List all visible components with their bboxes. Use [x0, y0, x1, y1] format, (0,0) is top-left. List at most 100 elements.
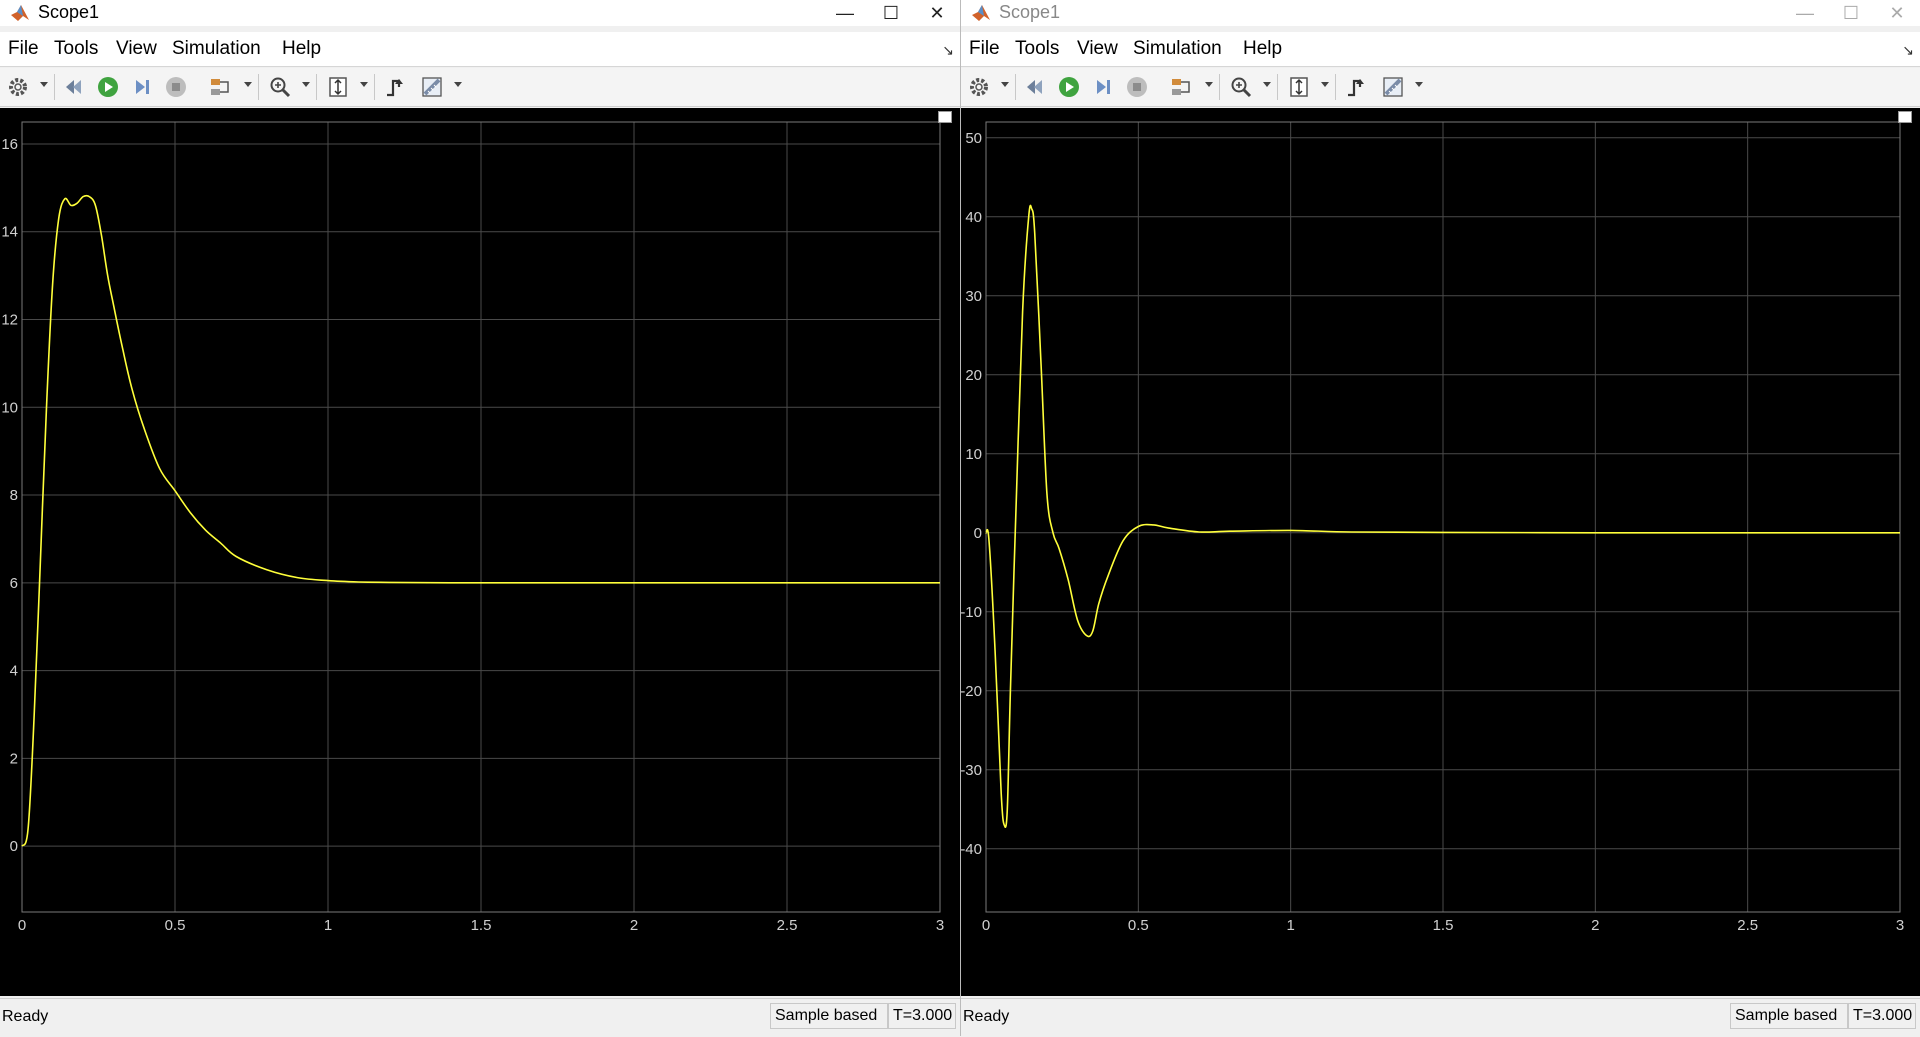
y-tick-label: 0 — [10, 838, 18, 855]
dock-arrow-icon[interactable]: ↘ — [942, 42, 954, 59]
x-tick-label: 0.5 — [165, 917, 186, 934]
y-tick-label: 10 — [1, 399, 18, 416]
toolbar-separator — [316, 74, 317, 100]
matlab-logo-icon — [972, 5, 990, 21]
window-title: Scope1 — [38, 2, 100, 22]
minimize-button[interactable]: — — [822, 0, 868, 26]
menu-simulation[interactable]: Simulation — [1133, 38, 1222, 60]
y-tick-label: 8 — [10, 487, 18, 504]
menu-view[interactable]: View — [116, 38, 157, 60]
y-tick-label: -10 — [961, 604, 982, 621]
sim-time-indicator: T=3.000 — [1848, 1003, 1916, 1029]
measurements-dropdown-icon[interactable] — [1415, 82, 1423, 87]
highlight-block-icon[interactable] — [1169, 75, 1193, 99]
settings-dropdown-icon[interactable] — [1001, 82, 1009, 87]
run-icon[interactable] — [1057, 75, 1081, 99]
scale-dropdown-icon[interactable] — [360, 82, 368, 87]
y-tick-label: 16 — [1, 136, 18, 153]
zoom-in-icon[interactable] — [1229, 75, 1253, 99]
scope-plot-2[interactable]: 0 0.5 1 1.5 2 2.5 3 -40 -30 -20 -10 0 10 20 30 40 50 — [961, 108, 1920, 996]
dock-arrow-icon[interactable]: ↘ — [1902, 42, 1914, 59]
scope-display[interactable]: 0 0.5 1 1.5 2 2.5 3 -40 -30 -20 -10 0 10 20 30 40 50 — [961, 108, 1920, 996]
scale-axes-icon[interactable] — [326, 75, 350, 99]
y-tick-label: 14 — [1, 224, 18, 241]
title-bar: Scope1 — ☐ ✕ — [961, 0, 1920, 26]
highlight-dropdown-icon[interactable] — [244, 82, 252, 87]
measurements-dropdown-icon[interactable] — [454, 82, 462, 87]
triggers-icon[interactable] — [384, 75, 408, 99]
maximize-button[interactable]: ☐ — [1828, 0, 1874, 26]
menu-bar: File Tools View Simulation Help ↘ — [961, 32, 1920, 67]
x-tick-label: 2.5 — [777, 917, 798, 934]
sample-mode-indicator: Sample based — [770, 1003, 888, 1029]
measurements-icon[interactable] — [1381, 75, 1405, 99]
x-tick-label: 0.5 — [1128, 917, 1149, 934]
title-bar: Scope1 — ☐ ✕ — [0, 0, 960, 26]
minimize-button[interactable]: — — [1782, 0, 1828, 26]
status-bar: Ready Sample based T=3.000 — [961, 998, 1920, 1037]
y-tick-label: -40 — [961, 841, 982, 858]
toolbar-separator — [1335, 74, 1336, 100]
menu-file[interactable]: File — [8, 38, 39, 60]
menu-file[interactable]: File — [969, 38, 1000, 60]
zoom-in-icon[interactable] — [268, 75, 292, 99]
zoom-dropdown-icon[interactable] — [302, 82, 310, 87]
menu-view[interactable]: View — [1077, 38, 1118, 60]
undock-display-icon[interactable] — [1898, 111, 1912, 123]
revert-icon[interactable] — [62, 75, 86, 99]
undock-display-icon[interactable] — [938, 111, 952, 123]
run-icon[interactable] — [96, 75, 120, 99]
highlight-dropdown-icon[interactable] — [1205, 82, 1213, 87]
y-tick-label: -20 — [961, 683, 982, 700]
triggers-icon[interactable] — [1345, 75, 1369, 99]
settings-icon[interactable] — [967, 75, 991, 99]
x-tick-label: 1 — [324, 917, 332, 934]
x-tick-label: 1 — [1286, 917, 1294, 934]
scope-plot-1[interactable]: 0 0.5 1 1.5 2 2.5 3 0 2 4 6 8 10 12 14 16 — [0, 108, 960, 996]
y-tick-label: 30 — [965, 288, 982, 305]
sim-time-indicator: T=3.000 — [888, 1003, 956, 1029]
y-tick-label: 40 — [965, 209, 982, 226]
settings-dropdown-icon[interactable] — [40, 82, 48, 87]
status-bar: Ready Sample based T=3.000 — [0, 998, 960, 1037]
menu-help[interactable]: Help — [282, 38, 321, 60]
scale-dropdown-icon[interactable] — [1321, 82, 1329, 87]
x-tick-label: 0 — [982, 917, 990, 934]
status-text: Ready — [2, 1008, 49, 1025]
highlight-block-icon[interactable] — [208, 75, 232, 99]
step-forward-icon[interactable] — [1091, 75, 1115, 99]
grid-lines — [21, 122, 941, 912]
toolbar-separator — [1015, 74, 1016, 100]
stop-icon[interactable] — [1125, 75, 1149, 99]
toolbar-separator — [258, 74, 259, 100]
x-tick-label: 3 — [936, 917, 944, 934]
step-forward-icon[interactable] — [130, 75, 154, 99]
x-tick-label: 3 — [1896, 917, 1904, 934]
maximize-button[interactable]: ☐ — [868, 0, 914, 26]
toolbar-separator — [1219, 74, 1220, 100]
settings-icon[interactable] — [6, 75, 30, 99]
close-button[interactable]: ✕ — [1874, 0, 1920, 26]
menu-help[interactable]: Help — [1243, 38, 1282, 60]
revert-icon[interactable] — [1023, 75, 1047, 99]
menu-tools[interactable]: Tools — [1015, 38, 1059, 60]
toolbar — [0, 68, 960, 107]
y-tick-label: 6 — [10, 575, 18, 592]
close-button[interactable]: ✕ — [914, 0, 960, 26]
measurements-icon[interactable] — [420, 75, 444, 99]
x-tick-label: 1.5 — [1433, 917, 1454, 934]
y-tick-label: 4 — [10, 663, 18, 680]
toolbar-separator — [374, 74, 375, 100]
y-tick-label: 2 — [10, 750, 18, 767]
menu-tools[interactable]: Tools — [54, 38, 98, 60]
zoom-dropdown-icon[interactable] — [1263, 82, 1271, 87]
status-text: Ready — [963, 1008, 1010, 1025]
menu-simulation[interactable]: Simulation — [172, 38, 261, 60]
scope-display[interactable]: 0 0.5 1 1.5 2 2.5 3 0 2 4 6 8 10 12 14 16 — [0, 108, 960, 996]
scale-axes-icon[interactable] — [1287, 75, 1311, 99]
x-tick-label: 1.5 — [471, 917, 492, 934]
y-tick-label: 50 — [965, 130, 982, 147]
y-tick-label: 10 — [965, 446, 982, 463]
stop-icon[interactable] — [164, 75, 188, 99]
y-tick-label: -30 — [961, 762, 982, 779]
